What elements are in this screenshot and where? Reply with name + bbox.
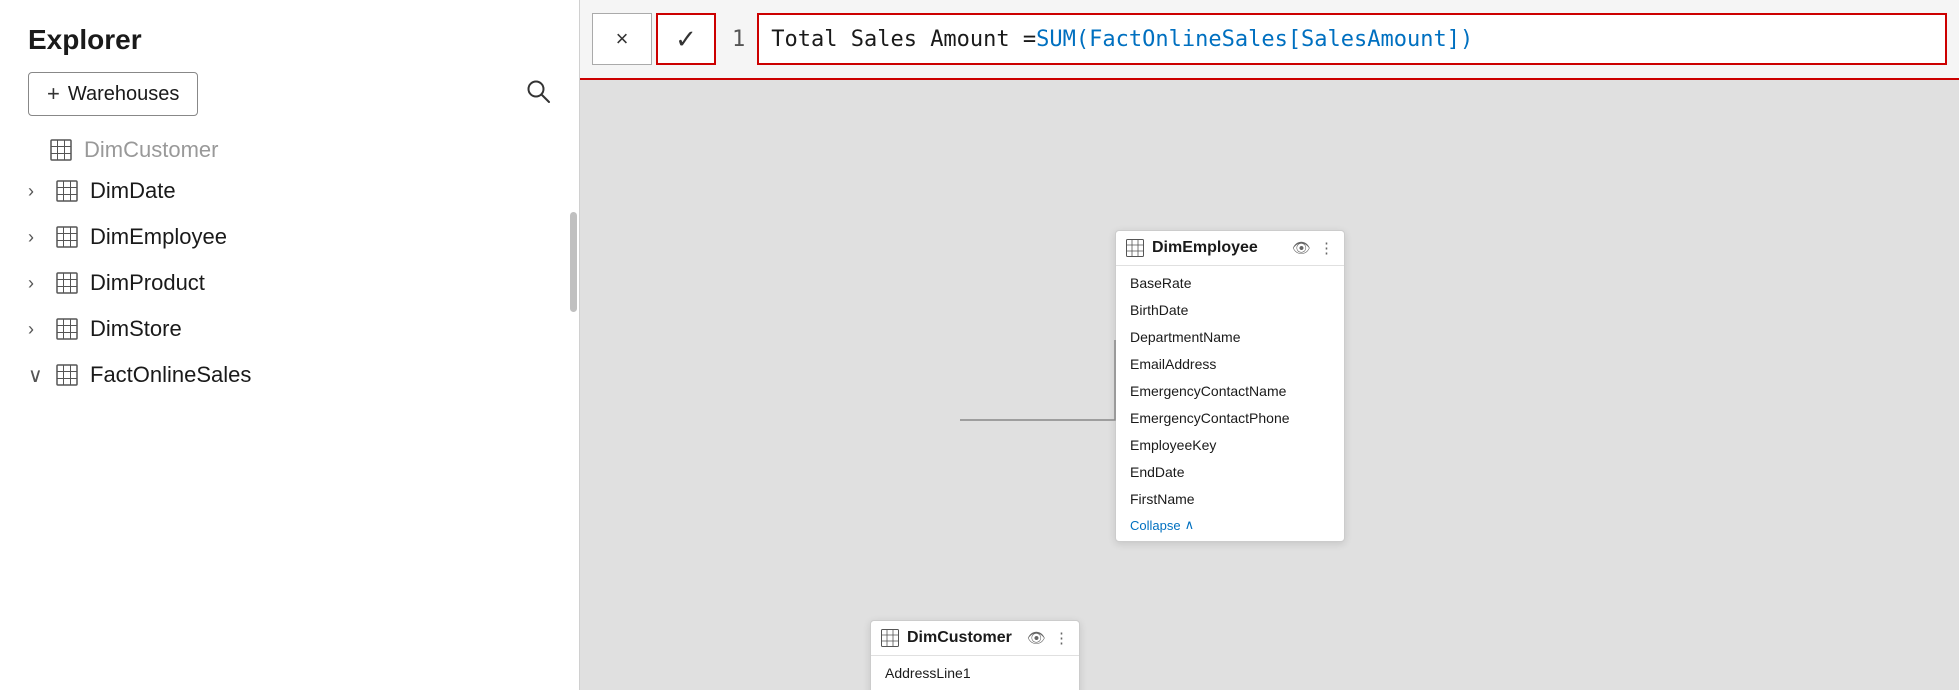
formula-bar: × ✓ 1 Total Sales Amount = SUM(FactOnlin… <box>580 0 1959 80</box>
sidebar-item-dim-date[interactable]: › DimDate <box>0 168 579 214</box>
eye-icon[interactable]: 👁 <box>1292 239 1311 257</box>
dim-product-label: DimProduct <box>90 270 205 296</box>
dim-employee-label: DimEmployee <box>90 224 227 250</box>
eye-icon[interactable]: 👁 <box>1027 629 1046 647</box>
table-field-addressline1: AddressLine1 <box>871 660 1079 687</box>
plus-icon: + <box>47 81 60 107</box>
dim-employee-card-title: DimEmployee <box>1126 239 1258 257</box>
search-icon <box>525 84 551 109</box>
sidebar-item-dim-product[interactable]: › DimProduct <box>0 260 579 306</box>
dim-customer-partial-label: DimCustomer <box>84 137 218 163</box>
fact-online-sales-label: FactOnlineSales <box>90 362 251 388</box>
table-field-baserate: BaseRate <box>1116 270 1344 297</box>
table-field-firstname: FirstName <box>1116 486 1344 513</box>
table-field-enddate: EndDate <box>1116 459 1344 486</box>
dim-customer-card: DimCustomer 👁 ⋮ AddressLine1 AddressLine… <box>870 620 1080 690</box>
dim-customer-card-header: DimCustomer 👁 ⋮ <box>871 621 1079 656</box>
sidebar-item-fact-online-sales[interactable]: ∨ FactOnlineSales <box>0 352 579 398</box>
dim-customer-card-title: DimCustomer <box>881 629 1012 647</box>
confirm-button[interactable]: ✓ <box>656 13 716 65</box>
chevron-icon: › <box>28 181 46 202</box>
table-icon <box>56 364 78 386</box>
table-field-birthdate: BirthDate <box>1116 297 1344 324</box>
table-icon <box>56 318 78 340</box>
sidebar-item-dim-store[interactable]: › DimStore <box>0 306 579 352</box>
table-icon <box>56 226 78 248</box>
table-field-emailaddress: EmailAddress <box>1116 351 1344 378</box>
more-icon[interactable]: ⋮ <box>1054 629 1069 647</box>
dim-customer-card-body: AddressLine1 AddressLine2 <box>871 656 1079 690</box>
table-card-grid-icon <box>881 629 899 647</box>
table-field-emergencycontactphone: EmergencyContactPhone <box>1116 405 1344 432</box>
canvas-area: DimEmployee 👁 ⋮ BaseRate BirthDate Depar… <box>580 80 1959 690</box>
more-icon[interactable]: ⋮ <box>1319 239 1334 257</box>
dim-employee-card-header: DimEmployee 👁 ⋮ <box>1116 231 1344 266</box>
warehouses-label: Warehouses <box>68 83 180 106</box>
formula-static-text: Total Sales Amount = <box>771 27 1036 52</box>
sidebar-tree: DimCustomer › DimDate › Di <box>0 132 579 690</box>
chevron-icon: › <box>28 319 46 340</box>
sidebar-toolbar: + Warehouses <box>0 72 579 132</box>
chevron-icon: ∨ <box>28 363 46 388</box>
table-field-employeekey: EmployeeKey <box>1116 432 1344 459</box>
dim-employee-card-name: DimEmployee <box>1152 239 1258 257</box>
dim-employee-card: DimEmployee 👁 ⋮ BaseRate BirthDate Depar… <box>1115 230 1345 542</box>
table-field-departmentname: DepartmentName <box>1116 324 1344 351</box>
sidebar-item-dim-employee[interactable]: › DimEmployee <box>0 214 579 260</box>
chevron-icon: › <box>28 273 46 294</box>
dim-date-label: DimDate <box>90 178 176 204</box>
cancel-button[interactable]: × <box>592 13 652 65</box>
main-area: × ✓ 1 Total Sales Amount = SUM(FactOnlin… <box>580 0 1959 690</box>
explorer-title: Explorer <box>28 24 142 56</box>
formula-input[interactable]: Total Sales Amount = SUM(FactOnlineSales… <box>757 13 1947 65</box>
dim-employee-card-body: BaseRate BirthDate DepartmentName EmailA… <box>1116 266 1344 541</box>
collapse-chevron-icon: ∧ <box>1185 517 1195 533</box>
dim-customer-card-name: DimCustomer <box>907 629 1012 647</box>
sidebar-header: Explorer <box>0 0 579 72</box>
table-card-grid-icon <box>1126 239 1144 257</box>
table-field-emergencycontactname: EmergencyContactName <box>1116 378 1344 405</box>
collapse-label: Collapse <box>1130 518 1181 533</box>
table-icon <box>50 139 72 161</box>
dim-customer-card-actions: 👁 ⋮ <box>1027 629 1069 647</box>
dim-employee-card-actions: 👁 ⋮ <box>1292 239 1334 257</box>
chevron-icon: › <box>28 227 46 248</box>
collapse-button[interactable]: Collapse ∧ <box>1116 513 1344 537</box>
table-icon <box>56 180 78 202</box>
line-number: 1 <box>732 27 745 52</box>
add-warehouses-button[interactable]: + Warehouses <box>28 72 198 116</box>
list-item-dim-customer-partial[interactable]: DimCustomer <box>0 132 579 168</box>
table-icon <box>56 272 78 294</box>
sidebar-scrollbar[interactable] <box>570 212 577 312</box>
dim-store-label: DimStore <box>90 316 182 342</box>
search-button[interactable] <box>525 78 551 110</box>
sidebar: Explorer + Warehouses DimC <box>0 0 580 690</box>
formula-function-text: SUM(FactOnlineSales[SalesAmount]) <box>1036 27 1473 52</box>
